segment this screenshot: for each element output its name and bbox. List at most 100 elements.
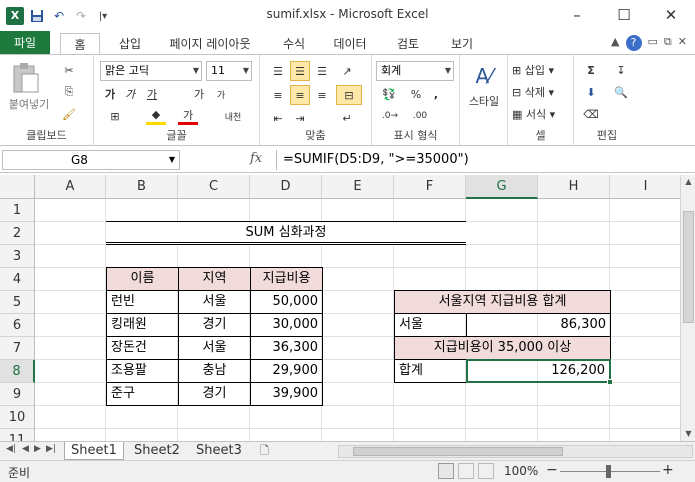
zoom-out-button[interactable]: − (546, 462, 558, 478)
row-header-2[interactable]: 2 (0, 222, 35, 245)
page-break-view-icon[interactable] (478, 463, 494, 479)
comma-button[interactable]: , (428, 85, 444, 103)
sheet-tab-2[interactable]: Sheet2 (128, 442, 186, 460)
prev-sheet-icon[interactable]: ◀ (22, 444, 29, 454)
orientation-icon[interactable]: ↗ (336, 61, 358, 81)
table-cell[interactable]: 39,900 (250, 382, 323, 406)
sheet-tab-3[interactable]: Sheet3 (190, 442, 248, 460)
table-cell[interactable]: 경기 (178, 313, 251, 337)
column-header-H[interactable]: H (538, 175, 610, 199)
horizontal-scroll-thumb[interactable] (353, 447, 563, 456)
font-name-select[interactable]: 맑은 고딕 ▼ (100, 61, 202, 81)
merge-center-icon[interactable]: ⊟ (336, 85, 362, 105)
row-header-8[interactable]: 8 (0, 360, 35, 383)
scroll-up-icon[interactable]: ▲ (681, 175, 695, 189)
help-icon[interactable]: ? (625, 35, 642, 51)
find-select-icon[interactable]: 🔍 (608, 83, 634, 101)
row-header-11[interactable]: 11 (0, 429, 35, 441)
summary2-title-cell[interactable]: 지급비용이 35,000 이상 (394, 336, 611, 360)
row-header-9[interactable]: 9 (0, 383, 35, 406)
collapse-ribbon-icon[interactable]: ▲ (611, 35, 619, 51)
format-painter-icon[interactable]: 🖌 (60, 105, 78, 123)
phonetic-button[interactable]: 내천 (220, 107, 246, 125)
currency-icon[interactable]: 💱 (378, 85, 400, 103)
insert-function-icon[interactable]: fx (250, 151, 262, 166)
table-header-payment[interactable]: 지급비용 (250, 267, 323, 291)
close-button[interactable]: ✕ (648, 0, 694, 30)
autosum-button[interactable]: Σ (580, 61, 602, 79)
summary1-title-cell[interactable]: 서울지역 지급비용 합계 (394, 290, 611, 314)
selected-cell-G8[interactable]: 126,200 (466, 359, 611, 383)
styles-button[interactable]: 스타일 (460, 93, 508, 109)
tab-home[interactable]: 홈 (60, 33, 100, 56)
grow-font-button[interactable]: 가 (190, 85, 208, 103)
tab-data[interactable]: 데이터 (330, 33, 370, 55)
select-all-corner[interactable] (0, 175, 35, 199)
first-sheet-icon[interactable]: ◀| (6, 444, 16, 454)
copy-icon[interactable]: ⎘ (60, 83, 78, 101)
increase-decimal-icon[interactable]: .0→ (378, 107, 402, 125)
redo-icon[interactable]: ↷ (72, 7, 90, 25)
table-cell[interactable]: 29,900 (250, 359, 323, 383)
page-layout-view-icon[interactable] (458, 463, 474, 479)
zoom-level[interactable]: 100% (504, 464, 538, 478)
vertical-scroll-thumb[interactable] (683, 211, 694, 323)
paste-button[interactable]: 붙여넣기 (4, 97, 54, 111)
fill-down-icon[interactable]: ⬇ (580, 83, 602, 101)
tab-view[interactable]: 보기 (446, 33, 478, 55)
horizontal-scrollbar[interactable] (338, 445, 693, 458)
sheet-title-cell[interactable]: SUM 심화과정 (106, 221, 466, 245)
tab-file[interactable]: 파일 (0, 31, 50, 55)
fill-handle[interactable] (607, 379, 613, 385)
workbook-minimize-icon[interactable]: ▭ (648, 35, 658, 51)
increase-indent-icon[interactable]: ⇥ (290, 109, 310, 127)
row-header-10[interactable]: 10 (0, 406, 35, 429)
zoom-slider-thumb[interactable] (606, 465, 611, 478)
scroll-down-icon[interactable]: ▼ (681, 427, 695, 441)
table-cell[interactable]: 킹래원 (106, 313, 179, 337)
column-header-D[interactable]: D (250, 175, 322, 199)
excel-logo-icon[interactable]: X (6, 7, 24, 25)
paste-icon[interactable] (6, 61, 46, 95)
next-sheet-icon[interactable]: ▶ (34, 444, 41, 454)
wrap-text-icon[interactable]: ↵ (336, 109, 358, 127)
styles-icon[interactable]: A⁄ (468, 61, 500, 91)
customize-qat-icon[interactable]: |▾ (94, 7, 112, 25)
align-right-icon[interactable]: ≡ (312, 85, 332, 105)
fill-color-icon[interactable]: ◆ (146, 107, 166, 125)
row-header-1[interactable]: 1 (0, 199, 35, 222)
column-header-G[interactable]: G (466, 175, 538, 199)
table-cell[interactable]: 장돈건 (106, 336, 179, 360)
table-cell[interactable]: 서울 (178, 290, 251, 314)
align-middle-icon[interactable]: ☰ (290, 61, 310, 81)
normal-view-icon[interactable] (438, 463, 454, 479)
table-header-region[interactable]: 지역 (178, 267, 251, 291)
align-center-icon[interactable]: ≡ (290, 85, 310, 105)
font-color-button[interactable]: 가 (178, 107, 198, 125)
table-cell[interactable]: 충남 (178, 359, 251, 383)
name-box[interactable]: G8 ▼ (2, 150, 180, 170)
decrease-indent-icon[interactable]: ⇤ (268, 109, 288, 127)
table-cell[interactable]: 조용팔 (106, 359, 179, 383)
summary1-value-cell[interactable]: 86,300 (466, 313, 611, 337)
cut-icon[interactable]: ✂ (60, 61, 78, 79)
row-header-3[interactable]: 3 (0, 245, 35, 268)
underline-button[interactable]: 가 (142, 85, 162, 103)
tab-review[interactable]: 검토 (392, 33, 424, 55)
table-cell[interactable]: 50,000 (250, 290, 323, 314)
format-cells-button[interactable]: ▦ 서식 ▾ (512, 105, 570, 123)
row-header-5[interactable]: 5 (0, 291, 35, 314)
formula-input[interactable]: =SUMIF(D5:D9, ">=35000") (276, 150, 679, 170)
percent-button[interactable]: % (408, 85, 424, 103)
borders-icon[interactable]: ⊞ (102, 107, 128, 125)
undo-icon[interactable]: ↶ (50, 7, 68, 25)
table-cell[interactable]: 30,000 (250, 313, 323, 337)
summary1-label-cell[interactable]: 서울 (394, 313, 467, 337)
tab-page-layout[interactable]: 페이지 레이아웃 (160, 33, 260, 55)
align-top-icon[interactable]: ☰ (268, 61, 288, 81)
column-header-I[interactable]: I (610, 175, 680, 199)
row-header-4[interactable]: 4 (0, 268, 35, 291)
insert-cells-button[interactable]: ⊞ 삽입 ▾ (512, 61, 570, 79)
table-cell[interactable]: 경기 (178, 382, 251, 406)
column-header-F[interactable]: F (394, 175, 466, 199)
